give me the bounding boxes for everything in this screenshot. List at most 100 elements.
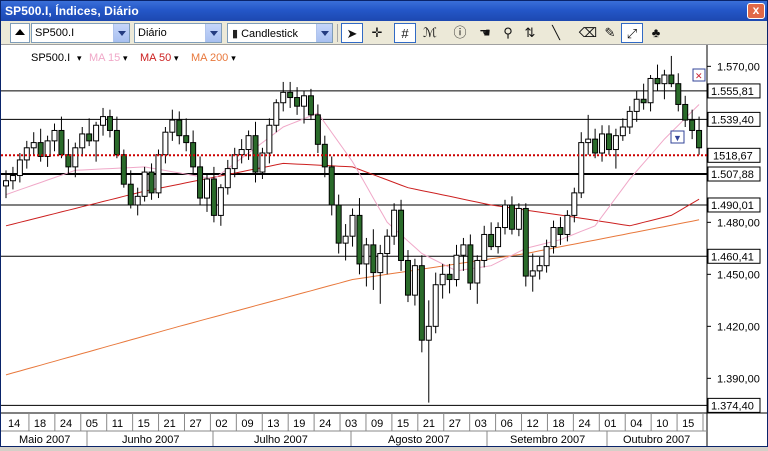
candle-body: [65, 154, 72, 168]
candle-body: [127, 183, 134, 206]
candle-body: [619, 126, 626, 137]
candle-body: [16, 159, 23, 177]
line-icon[interactable]: ╲: [545, 23, 567, 43]
candle-body: [661, 74, 668, 85]
info-icon[interactable]: ⓘ: [449, 23, 471, 43]
legend-item[interactable]: MA 15: [89, 52, 120, 64]
legend-symbol[interactable]: SP500.I: [31, 52, 70, 64]
candle-body: [197, 166, 204, 199]
clover-icon[interactable]: ♣: [645, 23, 667, 43]
grid-icon[interactable]: #: [394, 23, 416, 43]
candle-body: [134, 195, 141, 206]
x-month-label: Junho 2007: [122, 434, 180, 446]
paint-icon[interactable]: ✎: [599, 23, 621, 43]
zoom-icon[interactable]: ⚲: [497, 23, 519, 43]
candle-body: [578, 142, 585, 194]
candle-body: [668, 74, 675, 85]
chevron-down-icon: ▾: [174, 53, 179, 63]
level-label: 1.507,88: [711, 169, 754, 181]
candle-body: [626, 110, 633, 128]
legend-item[interactable]: MA 50: [140, 52, 171, 64]
candle-body: [654, 77, 661, 85]
candle-body: [93, 124, 100, 142]
toolbar: SP500.I Diário ▮ Candlestick ➤ ✛ # ℳ ⓘ ☚…: [1, 21, 767, 45]
candle-body: [508, 204, 515, 230]
candle-body: [411, 265, 418, 296]
candle-body: [252, 135, 259, 173]
candle-body: [169, 119, 176, 133]
x-day-label: 21: [423, 418, 435, 430]
close-button[interactable]: x: [747, 3, 765, 19]
x-month-label: Setembro 2007: [510, 434, 585, 446]
crosshair-icon[interactable]: ✛: [366, 23, 388, 43]
candle-body: [58, 129, 65, 156]
current-price-label: 1518,67: [713, 150, 753, 162]
candle-body: [148, 171, 155, 194]
candle-body: [9, 175, 16, 182]
x-day-label: 11: [112, 418, 123, 430]
toolbar-separator: [337, 24, 338, 42]
candle-body: [543, 246, 550, 267]
level-label: 1.555,81: [711, 86, 754, 98]
x-day-label: 04: [630, 418, 642, 430]
x-month-label: Maio 2007: [19, 434, 70, 446]
x-day-label: 09: [241, 418, 253, 430]
x-day-label: 01: [604, 418, 616, 430]
candle-body: [460, 244, 467, 256]
chart-window: SP500.I, Índices, Diário x SP500.I Diári…: [0, 0, 768, 447]
candle-body: [398, 209, 405, 261]
chart-arrows-icon[interactable]: ⤢: [621, 23, 643, 43]
candle-body: [481, 233, 488, 261]
x-month-label: Julho 2007: [254, 434, 308, 446]
y-tick-label: 1.420,00: [717, 321, 760, 333]
candle-body: [502, 204, 509, 229]
x-day-label: 21: [164, 418, 176, 430]
price-chart[interactable]: SP500.I ▾ MA 15 ▾ MA 50 ▾ MA 200 ▾ 1.555,81 1.539…: [1, 45, 767, 446]
y-tick-label: 1.450,00: [717, 269, 760, 281]
window-title: SP500.I, Índices, Diário: [5, 4, 139, 18]
level-label: 1.374,40: [711, 400, 754, 412]
candle-body: [446, 273, 453, 281]
chart-type-select-value: Candlestick: [241, 28, 298, 40]
legend-item[interactable]: MA 200: [191, 52, 228, 64]
hand-icon[interactable]: ☚: [474, 23, 496, 43]
indicator-icon[interactable]: ℳ: [419, 23, 441, 43]
candle-body: [467, 244, 474, 284]
candlestick-icon: ▮: [232, 28, 242, 40]
candle-body: [183, 135, 190, 144]
chevron-down-icon: ▼: [673, 133, 682, 143]
candle-body: [141, 171, 148, 197]
chevron-down-icon[interactable]: [113, 24, 129, 42]
x-day-label: 18: [552, 418, 564, 430]
candle-body: [314, 114, 321, 145]
candle-body: [86, 133, 93, 142]
candle-body: [612, 135, 619, 151]
candle-body: [72, 147, 79, 168]
chevron-down-icon: ▾: [77, 53, 82, 63]
candle-body: [647, 77, 654, 104]
chevron-down-icon: ▾: [231, 53, 236, 63]
level-label: 1.460,41: [711, 251, 754, 263]
candle-body: [100, 116, 107, 126]
title-bar[interactable]: SP500.I, Índices, Diário x: [1, 1, 767, 21]
candle-body: [238, 149, 245, 156]
candle-body: [453, 254, 460, 281]
candlestick-chart[interactable]: SP500.I ▾ MA 15 ▾ MA 50 ▾ MA 200 ▾1.555,811.539…: [1, 45, 767, 446]
level-label: 1.490,01: [711, 200, 754, 212]
candle-body: [439, 273, 446, 286]
chevron-down-icon[interactable]: [316, 24, 332, 42]
x-day-label: 24: [319, 418, 331, 430]
chart-type-select[interactable]: ▮ Candlestick: [227, 23, 333, 43]
scale-icon[interactable]: ⇅: [519, 23, 541, 43]
chevron-down-icon[interactable]: [205, 24, 221, 42]
candle-body: [113, 129, 120, 156]
arrow-pointer-icon[interactable]: ➤: [341, 23, 363, 43]
eraser-icon[interactable]: ⌫: [577, 23, 599, 43]
symbol-select[interactable]: SP500.I: [31, 23, 130, 43]
candle-body: [363, 244, 370, 265]
y-tick-label: 1.570,00: [717, 61, 760, 73]
candle-body: [404, 259, 411, 296]
x-day-label: 15: [682, 418, 694, 430]
period-select[interactable]: Diário: [134, 23, 222, 43]
scroll-up-button[interactable]: [10, 23, 30, 43]
